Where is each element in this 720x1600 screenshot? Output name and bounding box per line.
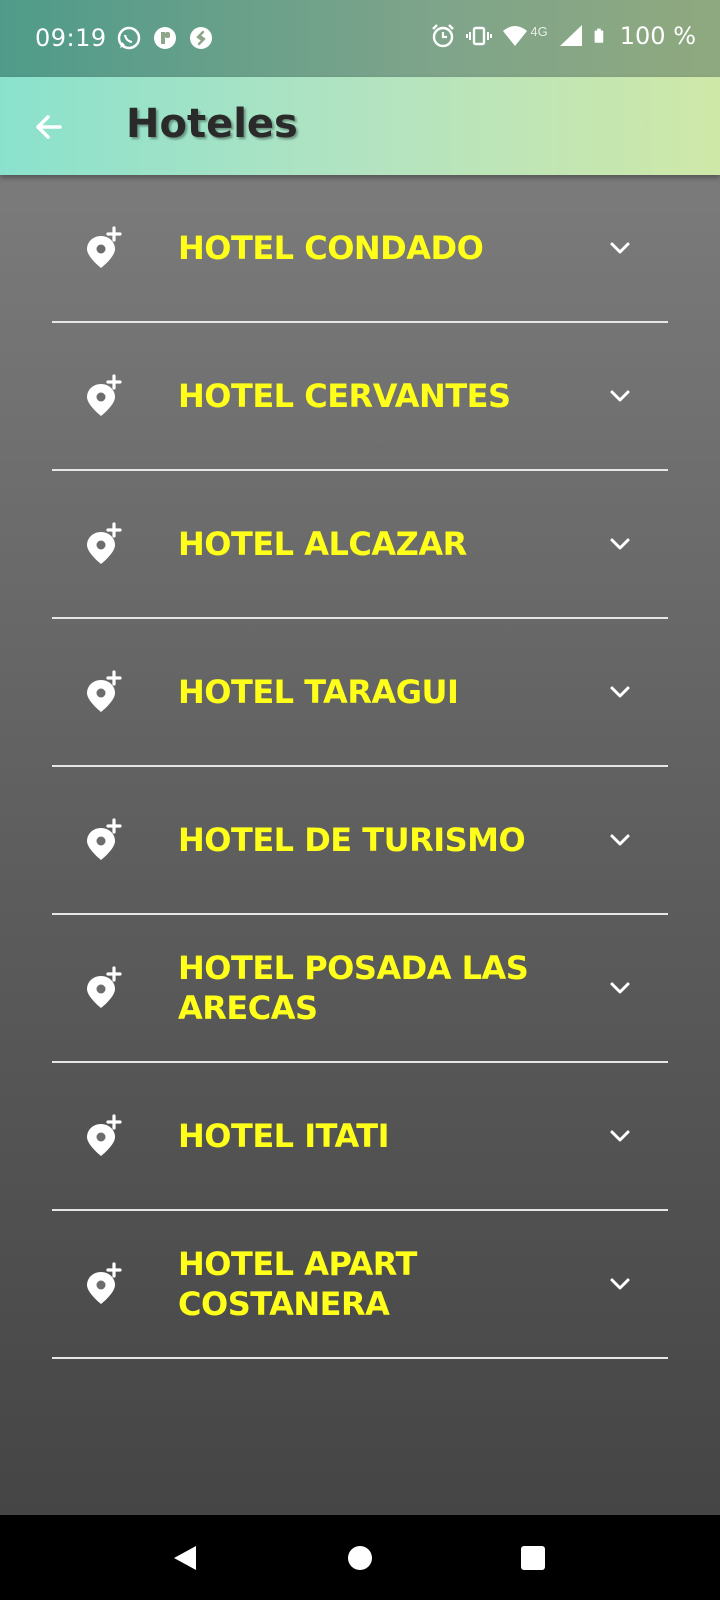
hotel-list-item[interactable]: HOTEL ALCAZAR [52, 471, 668, 619]
add-location-icon [87, 522, 122, 564]
app-bar: Hoteles [0, 77, 720, 175]
chevron-down-icon[interactable] [608, 384, 632, 408]
add-location-icon [87, 1114, 122, 1156]
status-time: 09:19 [35, 24, 107, 52]
home-circle-icon[interactable] [342, 1540, 378, 1576]
status-bar: 09:19 4G 100 % [0, 0, 720, 77]
chevron-down-icon[interactable] [608, 1272, 632, 1296]
battery-level: 100 % [619, 22, 696, 50]
hotel-list-item[interactable]: HOTEL DE TURISMO [52, 767, 668, 915]
hotel-name: HOTEL ITATI [178, 1117, 389, 1155]
add-location-icon [87, 226, 122, 268]
hotel-list-item[interactable]: HOTEL ITATI [52, 1063, 668, 1211]
back-triangle-icon[interactable] [168, 1540, 204, 1576]
hotel-list-item[interactable]: HOTEL CONDADO [52, 175, 668, 323]
chevron-down-icon[interactable] [608, 1124, 632, 1148]
status-system-icons: 4G 100 % [430, 22, 696, 50]
add-location-icon [87, 1262, 122, 1304]
hotel-list-item[interactable]: HOTEL APART COSTANERA [52, 1211, 668, 1359]
add-location-icon [87, 966, 122, 1008]
hotel-name: HOTEL CONDADO [178, 229, 484, 267]
chevron-down-icon[interactable] [608, 532, 632, 556]
hotel-list-item[interactable]: HOTEL POSADA LAS ARECAS [52, 915, 668, 1063]
recents-square-icon[interactable] [515, 1540, 551, 1576]
hotel-name: HOTEL ALCAZAR [178, 525, 467, 563]
back-arrow-icon[interactable] [30, 107, 70, 147]
chevron-down-icon[interactable] [608, 236, 632, 260]
hotel-name: HOTEL TARAGUI [178, 673, 459, 711]
system-navigation-bar [0, 1515, 720, 1600]
alarm-icon [432, 24, 455, 48]
vibrate-icon [466, 26, 493, 46]
add-location-icon [87, 818, 122, 860]
status-notification-icons [116, 25, 214, 51]
battery-icon [594, 28, 603, 43]
whatsapp-icon [117, 26, 141, 50]
add-location-icon [87, 374, 122, 416]
hotel-list-item[interactable]: HOTEL CERVANTES [52, 323, 668, 471]
shazam-icon [190, 27, 212, 49]
hotel-name: HOTEL CERVANTES [178, 377, 511, 415]
chevron-down-icon[interactable] [608, 976, 632, 1000]
wifi-icon [503, 26, 528, 46]
network-type: 4G [530, 23, 548, 39]
hotel-list: HOTEL CONDADO HOTEL CERVANTES HOTEL ALCAZA… [52, 175, 668, 1359]
hotel-list-container: HOTEL CONDADO HOTEL CERVANTES HOTEL ALCAZA… [0, 175, 720, 1515]
chevron-down-icon[interactable] [608, 828, 632, 852]
add-location-icon [87, 670, 122, 712]
hotel-name: HOTEL APART COSTANERA [178, 1245, 417, 1323]
chevron-down-icon[interactable] [608, 680, 632, 704]
page-title: Hoteles [126, 101, 298, 147]
hotel-name: HOTEL DE TURISMO [178, 821, 526, 859]
app-notification-icon [154, 27, 176, 49]
hotel-list-item[interactable]: HOTEL TARAGUI [52, 619, 668, 767]
signal-icon [559, 25, 582, 46]
hotel-name: HOTEL POSADA LAS ARECAS [178, 949, 529, 1027]
